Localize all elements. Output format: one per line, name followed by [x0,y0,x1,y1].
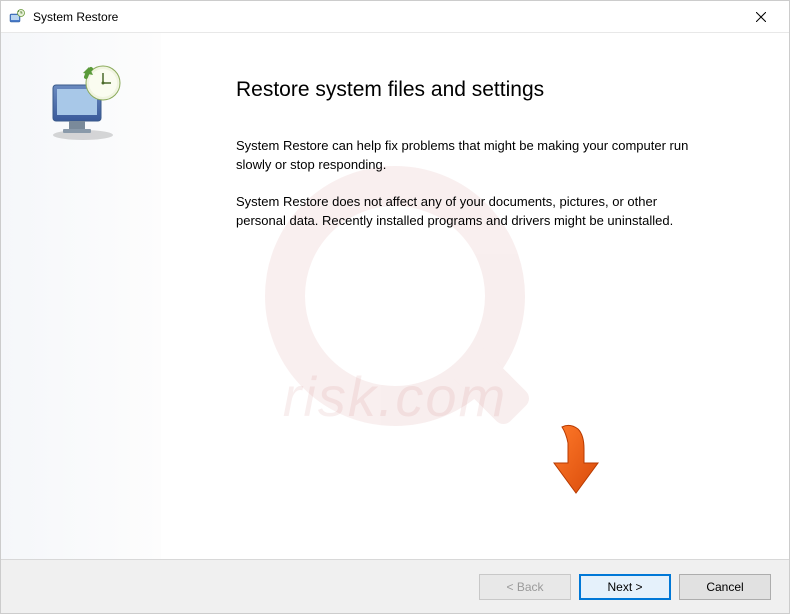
page-heading: Restore system files and settings [236,78,739,102]
button-bar: < Back Next > Cancel [1,559,789,613]
cancel-button[interactable]: Cancel [679,574,771,600]
titlebar: System Restore [1,1,789,33]
intro-paragraph-2: System Restore does not affect any of yo… [236,193,706,231]
close-button[interactable] [741,3,781,31]
main-content: Restore system files and settings System… [161,33,789,559]
system-restore-icon [9,9,25,25]
content-area: risk.com [1,33,789,559]
restore-wizard-icon [41,63,121,143]
intro-paragraph-1: System Restore can help fix problems tha… [236,137,706,175]
system-restore-window: System Restore risk.com [0,0,790,614]
window-title: System Restore [33,10,741,24]
back-button: < Back [479,574,571,600]
wizard-sidebar [1,33,161,559]
next-button[interactable]: Next > [579,574,671,600]
